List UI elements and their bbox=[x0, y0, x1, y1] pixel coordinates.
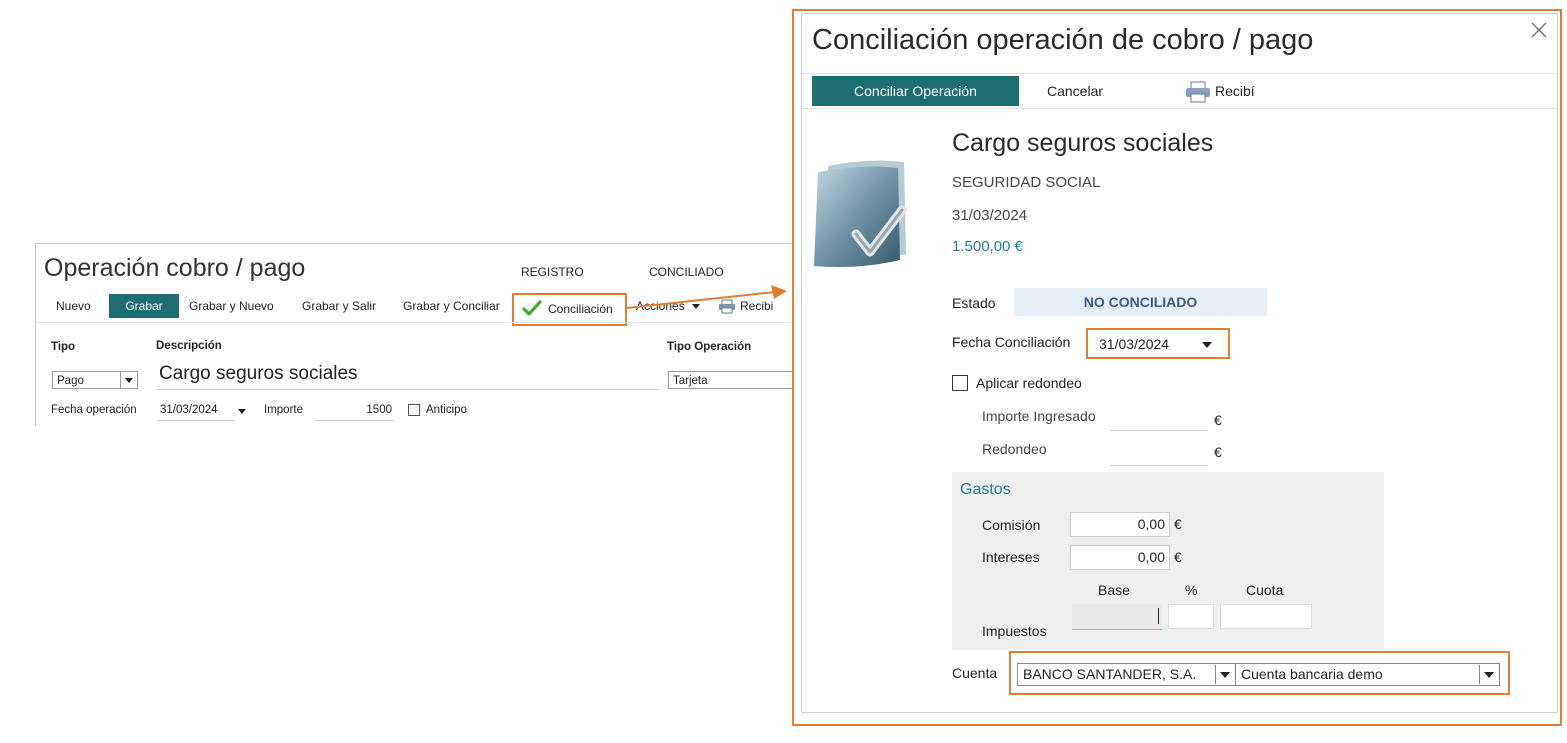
fecha-conciliacion-label: Fecha Conciliación bbox=[952, 334, 1071, 350]
aplicar-redondeo-label: Aplicar redondeo bbox=[976, 375, 1082, 391]
impuestos-base-input[interactable] bbox=[1072, 604, 1162, 630]
dropdown-arrow-icon bbox=[120, 372, 137, 388]
redondeo-currency: € bbox=[1214, 444, 1222, 460]
tipo-label: Tipo bbox=[51, 341, 76, 353]
cuenta-selectors: BANCO SANTANDER, S.A. Cuenta bancaria de… bbox=[1009, 651, 1510, 695]
grabar-button[interactable]: Grabar bbox=[109, 294, 179, 318]
check-icon bbox=[522, 300, 542, 316]
document-check-icon bbox=[814, 160, 907, 268]
descripcion-label: Descripción bbox=[156, 340, 222, 352]
recibi-dialog-button[interactable]: Recibí bbox=[1185, 76, 1255, 106]
summary-entidad: SEGURIDAD SOCIAL bbox=[952, 174, 1101, 191]
printer-icon bbox=[1186, 81, 1210, 103]
conciliacion-label: Conciliación bbox=[548, 302, 613, 316]
fecha-operacion-input[interactable]: 31/03/2024 bbox=[157, 402, 235, 421]
callout-arrow bbox=[626, 285, 787, 309]
tipo-select[interactable]: Pago bbox=[52, 371, 138, 389]
dialog-title: Conciliación operación de cobro / pago bbox=[812, 24, 1314, 56]
fecha-operacion-label: Fecha operación bbox=[51, 404, 137, 416]
summary-description: Cargo seguros sociales bbox=[952, 129, 1214, 157]
comision-currency: € bbox=[1174, 516, 1182, 532]
impuestos-cuota-input[interactable] bbox=[1220, 604, 1312, 629]
comision-input[interactable]: 0,00 bbox=[1070, 512, 1170, 537]
intereses-currency: € bbox=[1174, 549, 1182, 565]
text-cursor bbox=[1158, 608, 1159, 624]
dropdown-arrow-icon bbox=[1215, 665, 1234, 684]
impuestos-label: Impuestos bbox=[982, 623, 1047, 639]
operacion-form: Operación cobro / pago REGISTRO CONCILIA… bbox=[35, 243, 800, 426]
fecha-conciliacion-input[interactable]: 31/03/2024 bbox=[1086, 328, 1230, 359]
date-dropdown-icon[interactable] bbox=[238, 409, 246, 414]
col-pct-header: % bbox=[1185, 582, 1198, 598]
comision-label: Comisión bbox=[982, 517, 1041, 533]
status-registro: REGISTRO bbox=[521, 265, 584, 279]
conciliar-operacion-button[interactable]: Conciliar Operación bbox=[812, 76, 1019, 106]
intereses-label: Intereses bbox=[982, 549, 1040, 565]
aplicar-redondeo-checkbox[interactable] bbox=[952, 375, 968, 391]
cuenta-banco-select[interactable]: BANCO SANTANDER, S.A. bbox=[1017, 663, 1236, 686]
cuenta-banco-value: BANCO SANTANDER, S.A. bbox=[1023, 666, 1197, 682]
redondeo-input[interactable] bbox=[1110, 443, 1208, 466]
anticipo-label: Anticipo bbox=[426, 404, 467, 416]
gastos-title: Gastos bbox=[960, 481, 1011, 498]
grabar-salir-button[interactable]: Grabar y Salir bbox=[288, 294, 390, 318]
summary-fecha: 31/03/2024 bbox=[952, 207, 1028, 224]
tipo-operacion-value: Tarjeta bbox=[673, 375, 708, 387]
gastos-panel: Gastos Comisión 0,00 € Intereses 0,00 € … bbox=[952, 472, 1384, 650]
intereses-input[interactable]: 0,00 bbox=[1070, 545, 1170, 570]
status-conciliado: CONCILIADO bbox=[649, 265, 724, 279]
cuenta-tipo-value: Cuenta bancaria demo bbox=[1241, 666, 1383, 682]
importe-input[interactable]: 1500 bbox=[314, 402, 394, 421]
tipo-operacion-label: Tipo Operación bbox=[667, 341, 752, 353]
toolbar-divider bbox=[36, 322, 799, 323]
importe-ingresado-label: Importe Ingresado bbox=[982, 408, 1096, 424]
nuevo-button[interactable]: Nuevo bbox=[42, 294, 105, 318]
summary-importe: 1.500,00 € bbox=[952, 238, 1023, 255]
conciliacion-dialog: Conciliación operación de cobro / pago C… bbox=[801, 13, 1558, 713]
cuenta-label: Cuenta bbox=[952, 665, 998, 681]
grabar-conciliar-button[interactable]: Grabar y Conciliar bbox=[389, 294, 514, 318]
estado-label: Estado bbox=[952, 295, 996, 311]
descripcion-input[interactable]: Cargo seguros sociales bbox=[156, 361, 659, 390]
form-title: Operación cobro / pago bbox=[44, 254, 306, 282]
importe-ingresado-currency: € bbox=[1214, 412, 1222, 428]
dropdown-arrow-icon bbox=[1479, 665, 1498, 684]
tipo-value: Pago bbox=[57, 375, 84, 387]
cuenta-tipo-select[interactable]: Cuenta bancaria demo bbox=[1235, 663, 1500, 686]
estado-badge: NO CONCILIADO bbox=[1014, 288, 1267, 316]
cancelar-button[interactable]: Cancelar bbox=[1047, 76, 1103, 106]
col-cuota-header: Cuota bbox=[1246, 582, 1284, 598]
grabar-nuevo-button[interactable]: Grabar y Nuevo bbox=[175, 294, 288, 318]
impuestos-pct-input[interactable] bbox=[1168, 604, 1214, 629]
tipo-operacion-select[interactable]: Tarjeta bbox=[668, 371, 800, 389]
redondeo-label: Redondeo bbox=[982, 441, 1047, 457]
importe-ingresado-input[interactable] bbox=[1110, 408, 1208, 431]
recibi-dialog-label: Recibí bbox=[1215, 83, 1255, 99]
fecha-conciliacion-value: 31/03/2024 bbox=[1099, 336, 1170, 352]
importe-label: Importe bbox=[264, 404, 303, 416]
col-base-header: Base bbox=[1098, 582, 1130, 598]
dialog-toolbar: Conciliar Operación Cancelar Recibí bbox=[802, 73, 1557, 109]
anticipo-checkbox[interactable] bbox=[408, 404, 420, 416]
close-icon[interactable] bbox=[1527, 18, 1551, 42]
date-dropdown-icon[interactable] bbox=[1202, 342, 1212, 348]
